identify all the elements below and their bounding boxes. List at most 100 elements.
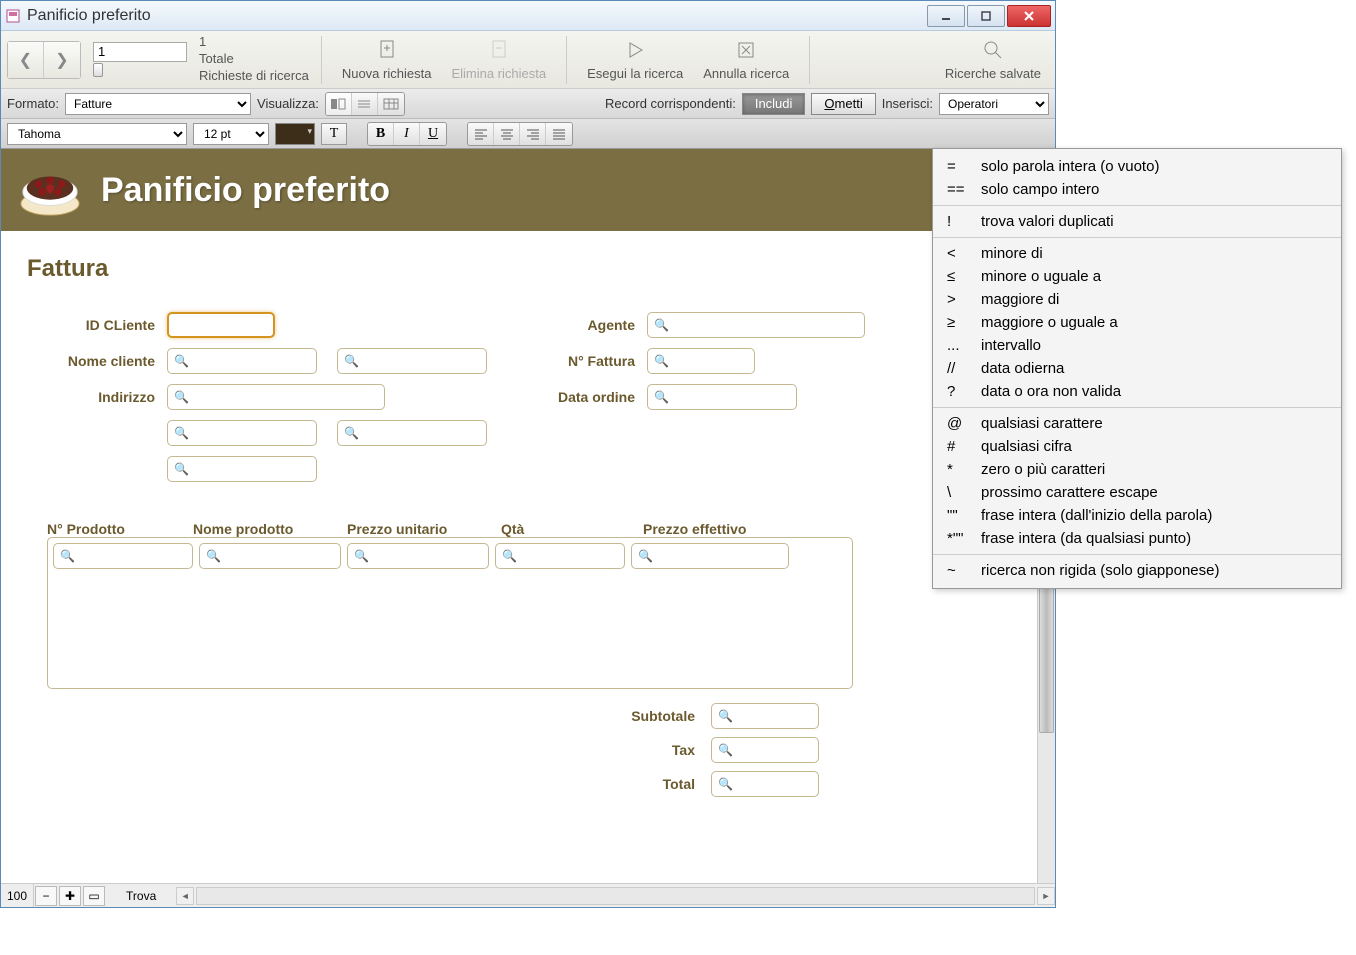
- operator-item[interactable]: *""frase intera (da qualsiasi punto): [933, 527, 1341, 550]
- minimize-button[interactable]: [927, 5, 965, 27]
- operator-item[interactable]: ≤minore o uguale a: [933, 265, 1341, 288]
- cancel-search-button[interactable]: Annulla ricerca: [695, 38, 797, 81]
- field-subtotale[interactable]: 🔍: [711, 703, 819, 729]
- operator-item[interactable]: <minore di: [933, 242, 1341, 265]
- operator-item[interactable]: //data odierna: [933, 357, 1341, 380]
- layout-title: Panificio preferito: [101, 171, 390, 210]
- label-total: Total: [663, 776, 695, 792]
- operator-item[interactable]: \prossimo carattere escape: [933, 481, 1341, 504]
- field-id-cliente[interactable]: [167, 312, 275, 338]
- operators-select[interactable]: Operatori: [939, 93, 1049, 115]
- field-indirizzo-4[interactable]: 🔍: [167, 456, 317, 482]
- window-title: Panificio preferito: [27, 7, 927, 25]
- operator-item[interactable]: ""frase intera (dall'inizio della parola…: [933, 504, 1341, 527]
- record-number-input[interactable]: [93, 42, 187, 62]
- view-table-button[interactable]: [378, 93, 404, 115]
- field-prezzo-effettivo[interactable]: 🔍: [631, 543, 789, 569]
- field-nome-prodotto[interactable]: 🔍: [199, 543, 341, 569]
- field-agente[interactable]: 🔍: [647, 312, 865, 338]
- field-total[interactable]: 🔍: [711, 771, 819, 797]
- app-window: Panificio preferito ❮ ❯ 1 Totale Richies…: [0, 0, 1056, 908]
- layout-header: Panificio preferito: [1, 149, 1055, 231]
- run-search-button[interactable]: Esegui la ricerca: [579, 38, 691, 81]
- product-table-header: N° Prodotto Nome prodotto Prezzo unitari…: [27, 521, 1029, 537]
- saved-searches-button[interactable]: Ricerche salvate: [937, 38, 1049, 81]
- content-area: Panificio preferito Fattura ID CLiente N…: [1, 149, 1055, 883]
- scroll-left-button[interactable]: ◄: [176, 887, 194, 905]
- search-icon: 🔍: [174, 354, 189, 368]
- zoom-value[interactable]: 100: [1, 884, 34, 907]
- record-totals: 1 Totale Richieste di ricerca: [199, 34, 309, 85]
- operator-item[interactable]: !trova valori duplicati: [933, 210, 1341, 233]
- label-subtotale: Subtotale: [631, 708, 695, 724]
- operator-item[interactable]: ~ricerca non rigida (solo giapponese): [933, 559, 1341, 582]
- operator-item[interactable]: @qualsiasi carattere: [933, 412, 1341, 435]
- new-request-button[interactable]: Nuova richiesta: [334, 38, 440, 81]
- operator-item[interactable]: ≥maggiore o uguale a: [933, 311, 1341, 334]
- view-list-button[interactable]: [352, 93, 378, 115]
- align-left-button[interactable]: [468, 123, 494, 145]
- underline-button[interactable]: U: [420, 123, 446, 145]
- zoom-fit-button[interactable]: ✚: [59, 886, 81, 906]
- operator-item[interactable]: *zero o più caratteri: [933, 458, 1341, 481]
- search-icon: 🔍: [60, 549, 75, 563]
- next-record-button[interactable]: ❯: [44, 42, 80, 78]
- search-icon: 🔍: [174, 426, 189, 440]
- field-nome-cliente-2[interactable]: 🔍: [337, 348, 487, 374]
- statusbar: 100 − ✚ ▭ Trova ◄ ►: [1, 883, 1055, 907]
- operator-item[interactable]: #qualsiasi cifra: [933, 435, 1341, 458]
- mode-label: Trova: [106, 889, 176, 903]
- layout-select[interactable]: Fatture: [65, 93, 251, 115]
- titlebar[interactable]: Panificio preferito: [1, 1, 1055, 31]
- field-nome-cliente-1[interactable]: 🔍: [167, 348, 317, 374]
- close-button[interactable]: [1007, 5, 1051, 27]
- field-tax[interactable]: 🔍: [711, 737, 819, 763]
- text-tool-button[interactable]: T: [321, 123, 347, 145]
- view-form-button[interactable]: [326, 93, 352, 115]
- zoom-out-button[interactable]: −: [35, 886, 57, 906]
- view-label: Visualizza:: [257, 96, 319, 111]
- operator-item[interactable]: ==solo campo intero: [933, 178, 1341, 201]
- horizontal-scrollbar[interactable]: [196, 887, 1035, 905]
- form-panel: Fattura ID CLiente Nome cliente 🔍 🔍 Indi: [1, 231, 1055, 883]
- label-id-cliente: ID CLiente: [27, 317, 167, 333]
- align-center-button[interactable]: [494, 123, 520, 145]
- size-select[interactable]: 12 pt: [193, 123, 269, 145]
- align-right-button[interactable]: [520, 123, 546, 145]
- record-slider[interactable]: [93, 62, 187, 78]
- insert-label: Inserisci:: [882, 96, 933, 111]
- font-select[interactable]: Tahoma: [7, 123, 187, 145]
- field-indirizzo-1[interactable]: 🔍: [167, 384, 385, 410]
- operator-item[interactable]: ...intervallo: [933, 334, 1341, 357]
- search-icon: 🔍: [654, 354, 669, 368]
- operator-item[interactable]: =solo parola intera (o vuoto): [933, 155, 1341, 178]
- field-indirizzo-2[interactable]: 🔍: [167, 420, 317, 446]
- field-data-ordine[interactable]: 🔍: [647, 384, 797, 410]
- prev-record-button[interactable]: ❮: [8, 42, 44, 78]
- field-prezzo-unitario[interactable]: 🔍: [347, 543, 489, 569]
- search-icon: 🔍: [344, 426, 359, 440]
- field-qta[interactable]: 🔍: [495, 543, 625, 569]
- field-indirizzo-3[interactable]: 🔍: [337, 420, 487, 446]
- cancel-icon: [734, 38, 758, 62]
- label-tax: Tax: [672, 742, 695, 758]
- align-justify-button[interactable]: [546, 123, 572, 145]
- product-table: 🔍 🔍 🔍 🔍 🔍: [47, 537, 853, 689]
- text-color-picker[interactable]: [275, 123, 315, 145]
- operator-item[interactable]: ?data o ora non valida: [933, 380, 1341, 403]
- field-n-fattura[interactable]: 🔍: [647, 348, 755, 374]
- scroll-right-button[interactable]: ►: [1037, 887, 1055, 905]
- zoom-mode-button[interactable]: ▭: [83, 886, 105, 906]
- operator-item[interactable]: >maggiore di: [933, 288, 1341, 311]
- italic-button[interactable]: I: [394, 123, 420, 145]
- maximize-button[interactable]: [967, 5, 1005, 27]
- bold-button[interactable]: B: [368, 123, 394, 145]
- include-button[interactable]: Includi: [742, 93, 806, 115]
- search-icon: 🔍: [654, 318, 669, 332]
- delete-request-icon: [487, 38, 511, 62]
- format-label: Formato:: [7, 96, 59, 111]
- main-toolbar: ❮ ❯ 1 Totale Richieste di ricerca Nuova …: [1, 31, 1055, 89]
- search-icon: 🔍: [638, 549, 653, 563]
- omit-button[interactable]: Ometti: [811, 93, 875, 115]
- field-n-prodotto[interactable]: 🔍: [53, 543, 193, 569]
